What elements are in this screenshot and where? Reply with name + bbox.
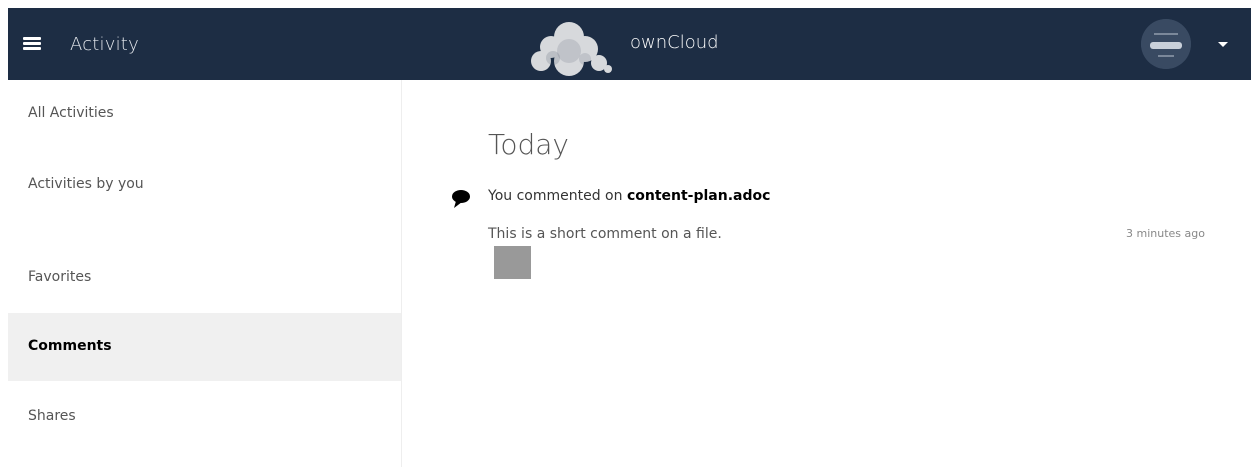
owncloud-logo-icon[interactable] xyxy=(525,17,625,77)
activity-message: This is a short comment on a file. xyxy=(488,226,722,242)
sidebar-item-label: Favorites xyxy=(28,269,92,285)
sidebar-item-label: Shares xyxy=(28,408,76,424)
hamburger-menu-icon[interactable] xyxy=(23,32,49,56)
user-menu[interactable] xyxy=(1141,19,1241,71)
top-header: Activity ownCloud xyxy=(8,8,1251,80)
sidebar-item-activities-by-you[interactable]: Activities by you xyxy=(8,151,401,218)
sidebar: All Activities Activities by you Favorit… xyxy=(8,80,402,467)
activity-timestamp: 3 minutes ago xyxy=(1126,227,1205,240)
sidebar-item-all-activities[interactable]: All Activities xyxy=(8,80,401,147)
sidebar-item-label: Comments xyxy=(28,338,112,354)
sidebar-item-label: Activities by you xyxy=(28,176,144,192)
sidebar-item-label: All Activities xyxy=(28,105,114,121)
brand-name: ownCloud xyxy=(630,32,719,53)
activity-subject: You commented on content-plan.adoc xyxy=(488,188,770,204)
file-thumbnail[interactable] xyxy=(494,246,531,279)
user-avatar-icon[interactable] xyxy=(1141,19,1191,69)
comment-icon xyxy=(452,190,470,208)
section-title: Today xyxy=(488,128,569,161)
activity-app: Activity ownCloud All Activities Activit… xyxy=(0,0,1251,467)
sidebar-item-comments[interactable]: Comments xyxy=(8,313,401,381)
activity-stream: Today You commented on content-plan.adoc… xyxy=(402,80,1251,467)
file-link[interactable]: content-plan.adoc xyxy=(627,188,770,204)
activity-subject-text: You commented on xyxy=(488,188,627,204)
app-title[interactable]: Activity xyxy=(70,34,139,55)
sidebar-item-shares[interactable]: Shares xyxy=(8,383,401,450)
chevron-down-icon[interactable] xyxy=(1218,42,1228,47)
window-edge xyxy=(0,0,8,467)
sidebar-item-favorites[interactable]: Favorites xyxy=(8,244,401,311)
